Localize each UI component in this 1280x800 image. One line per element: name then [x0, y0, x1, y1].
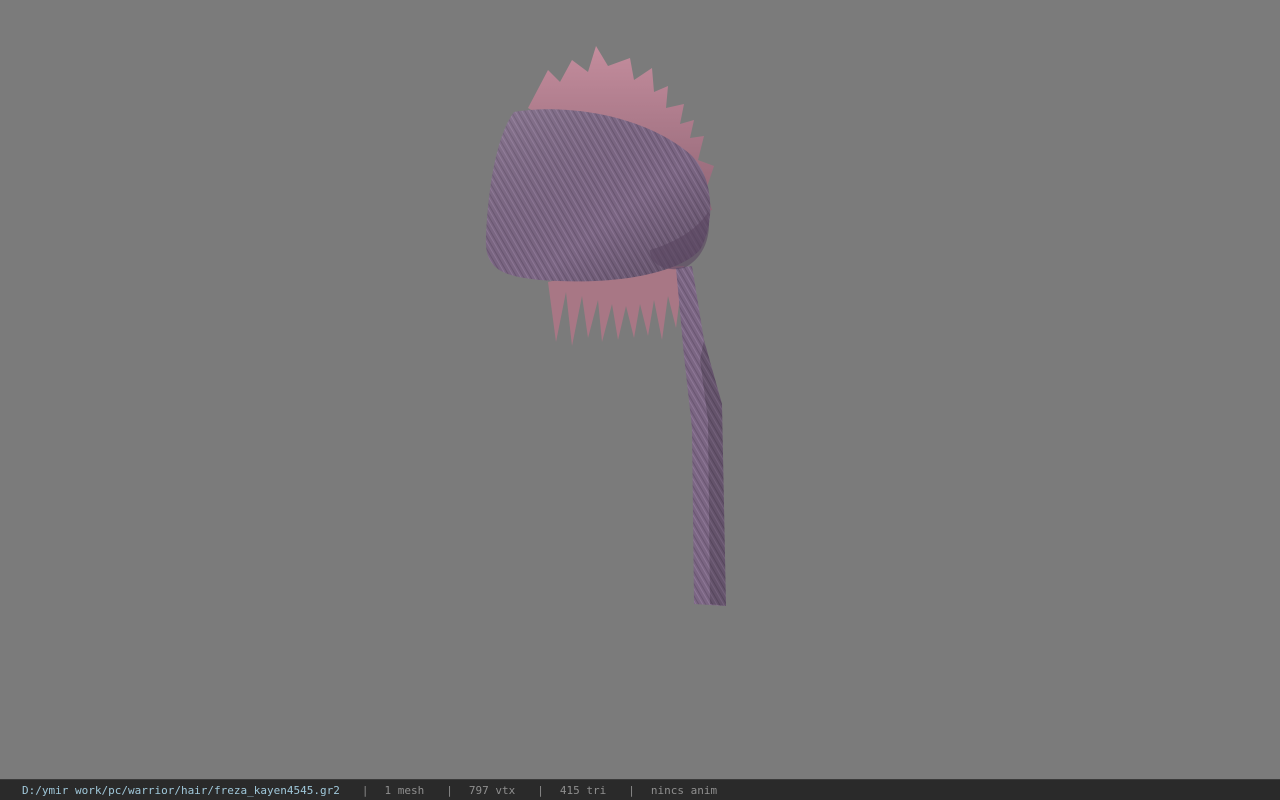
mesh-count: 1 mesh — [384, 783, 425, 797]
separator: | — [446, 783, 453, 797]
3d-viewport[interactable] — [0, 0, 1280, 779]
separator: | — [361, 783, 369, 797]
status-bar: D:/ymir work/pc/warrior/hair/freza_kayen… — [0, 779, 1280, 800]
hair-mesh-model — [485, 46, 726, 606]
separator: | — [537, 783, 544, 797]
separator: | — [628, 783, 635, 797]
file-path: D:/ymir work/pc/warrior/hair/freza_kayen… — [22, 783, 340, 797]
triangle-count: 415 tri — [559, 783, 607, 797]
animation-status: nincs anim — [650, 783, 718, 797]
vertex-count: 797 vtx — [468, 783, 516, 797]
